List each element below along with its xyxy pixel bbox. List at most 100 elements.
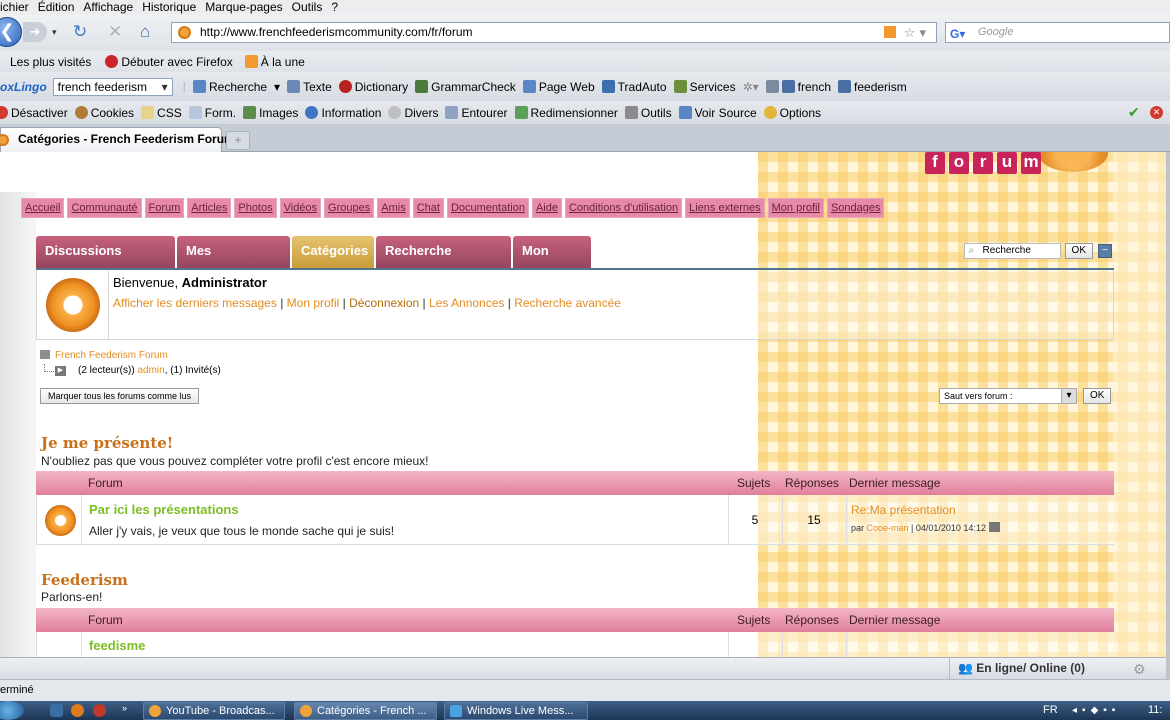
language-indicator[interactable]: FR <box>1043 701 1058 720</box>
menu-outils[interactable]: Outils <box>292 0 323 14</box>
tool-word-feederism[interactable]: feederism <box>854 80 907 94</box>
stop-icon[interactable]: ✕ <box>108 23 122 41</box>
tool-page-web[interactable]: Page Web <box>539 80 595 94</box>
menu-affichage[interactable]: Affichage <box>83 0 133 14</box>
history-dropdown-icon[interactable]: ▾ <box>52 23 57 41</box>
wd-voir-source[interactable]: Voir Source <box>695 106 757 120</box>
collapse-icon[interactable]: − <box>1098 244 1112 258</box>
tool-dictionary[interactable]: Dictionary <box>355 80 408 94</box>
nav-groupes[interactable]: Groupes <box>324 198 375 218</box>
back-button[interactable]: ❮ <box>0 17 22 47</box>
link-mon-profil[interactable]: Mon profil <box>287 296 340 310</box>
forum-search-ok-button[interactable]: OK <box>1064 243 1093 259</box>
tab-mes-discussions[interactable]: Mes Discussions <box>177 236 290 288</box>
tool-word-french[interactable]: french <box>798 80 831 94</box>
last-post-title[interactable]: Re:Ma présentation <box>851 503 956 517</box>
more-icon[interactable]: » <box>122 701 127 716</box>
wd-outils[interactable]: Outils <box>641 106 672 120</box>
oxlingo-dropdown[interactable]: french feederism <box>52 77 173 96</box>
tool-services[interactable]: Services <box>690 80 736 94</box>
gear-icon[interactable]: ⚙ <box>1133 661 1146 678</box>
forum-search-input[interactable]: Recherche <box>963 243 1061 259</box>
menu-fichier[interactable]: ichier <box>0 0 29 14</box>
scrollbar[interactable] <box>1166 152 1170 679</box>
bookmark-getting-started[interactable]: Débuter avec Firefox <box>121 55 232 69</box>
app-icon[interactable] <box>93 704 106 717</box>
tool-texte[interactable]: Texte <box>303 80 332 94</box>
wd-entourer[interactable]: Entourer <box>461 106 507 120</box>
nav-communaute[interactable]: Communauté <box>67 198 142 218</box>
tool-grammarcheck[interactable]: GrammarCheck <box>431 80 516 94</box>
last-post-user[interactable]: Cooe-man <box>867 523 909 533</box>
forum-jump-ok-button[interactable]: OK <box>1083 388 1112 404</box>
bookmark-most-visited[interactable]: Les plus visités <box>10 55 91 69</box>
taskbar-youtube[interactable]: YouTube - Broadcas... <box>143 702 285 720</box>
link-recherche-avancee[interactable]: Recherche avancée <box>514 296 621 310</box>
forum-title[interactable]: feedisme <box>89 638 145 653</box>
tab-mon-profil[interactable]: Mon profil <box>513 236 591 288</box>
wd-redimensionner[interactable]: Redimensionner <box>531 106 618 120</box>
category-title[interactable]: Je me présente! <box>41 434 173 452</box>
category-title[interactable]: Feederism <box>41 571 128 589</box>
tab-recherche-avancee[interactable]: Recherche avancée <box>376 236 511 288</box>
online-status[interactable]: 👥 En ligne/ Online (0) <box>949 658 1085 680</box>
forum-title[interactable]: Par ici les présentations <box>89 502 239 517</box>
wd-images[interactable]: Images <box>259 106 298 120</box>
wd-information[interactable]: Information <box>321 106 381 120</box>
firefox-icon[interactable] <box>71 704 84 717</box>
wd-divers[interactable]: Divers <box>404 106 438 120</box>
menu-marque-pages[interactable]: Marque-pages <box>205 0 282 14</box>
home-icon[interactable]: ⌂ <box>140 23 150 41</box>
link-annonces[interactable]: Les Annonces <box>429 296 504 310</box>
nav-documentation[interactable]: Documentation <box>446 198 529 218</box>
nav-articles[interactable]: Articles <box>187 198 232 218</box>
dropdown-arrow-icon[interactable]: ▾ <box>274 80 280 94</box>
google-icon[interactable]: G▾ <box>950 25 965 44</box>
wd-options[interactable]: Options <box>780 106 821 120</box>
wd-desactiver[interactable]: Désactiver <box>11 106 68 120</box>
link-derniers-messages[interactable]: Afficher les derniers messages <box>113 296 277 310</box>
url-dropdown-icon[interactable]: ▾ <box>919 25 930 40</box>
forward-button[interactable]: ➜ <box>23 22 47 42</box>
taskbar-windows-live[interactable]: Windows Live Mess... <box>444 702 588 720</box>
address-bar[interactable]: http://www.frenchfeederismcommunity.com/… <box>171 22 937 43</box>
nav-conditions[interactable]: Conditions d'utilisation <box>564 198 683 218</box>
start-button[interactable] <box>0 701 24 720</box>
search-box[interactable]: G▾ Google <box>945 22 1170 43</box>
nav-photos[interactable]: Photos <box>234 198 277 218</box>
wd-css[interactable]: CSS <box>157 106 182 120</box>
nav-chat[interactable]: Chat <box>412 198 444 218</box>
tool-recherche[interactable]: Recherche <box>209 80 267 94</box>
menu-historique[interactable]: Historique <box>142 0 196 14</box>
show-desktop-icon[interactable] <box>50 704 63 717</box>
gear-icon[interactable]: ✲▾ <box>743 80 759 94</box>
nav-liens-externes[interactable]: Liens externes <box>685 198 765 218</box>
system-tray-icons[interactable]: ◂▪◆▪▪ <box>1072 701 1120 720</box>
bookmark-headlines[interactable]: À la une <box>261 55 305 69</box>
nav-accueil[interactable]: Accueil <box>21 198 65 218</box>
browser-tab[interactable]: Catégories - French Feederism Forum <box>0 127 235 152</box>
close-toolbar-icon[interactable]: ✕ <box>1150 106 1163 119</box>
go-to-post-icon[interactable] <box>988 522 1000 532</box>
nav-forum[interactable]: Forum <box>144 198 185 218</box>
nav-aide[interactable]: Aide <box>531 198 562 218</box>
menu-edition[interactable]: Édition <box>38 0 75 14</box>
new-tab-button[interactable]: + <box>226 131 250 150</box>
tool-tradauto[interactable]: TradAuto <box>618 80 667 94</box>
online-user-link[interactable]: admin <box>137 365 164 376</box>
taskbar-categories[interactable]: Catégories - French ... <box>294 702 437 720</box>
tab-discussions-recentes[interactable]: Discussions récentes <box>36 236 175 288</box>
forum-jump-select[interactable]: Saut vers forum : <box>939 388 1077 404</box>
link-deconnexion[interactable]: Déconnexion <box>349 296 419 310</box>
tab-categories[interactable]: Catégories <box>292 236 374 268</box>
menu-help[interactable]: ? <box>331 0 338 14</box>
nav-mon-profil[interactable]: Mon profil <box>767 198 824 218</box>
breadcrumb-forum-link[interactable]: French Feederism Forum <box>55 350 168 361</box>
clock[interactable]: 11: <box>1148 701 1162 720</box>
reload-icon[interactable]: ↻ <box>73 23 87 41</box>
nav-videos[interactable]: Vidéos <box>279 198 322 218</box>
rss-icon[interactable] <box>884 26 897 38</box>
mark-all-read-button[interactable]: Marquer tous les forums comme lus <box>40 388 200 404</box>
wd-cookies[interactable]: Cookies <box>91 106 134 120</box>
star-icon[interactable]: ☆ <box>904 25 920 40</box>
